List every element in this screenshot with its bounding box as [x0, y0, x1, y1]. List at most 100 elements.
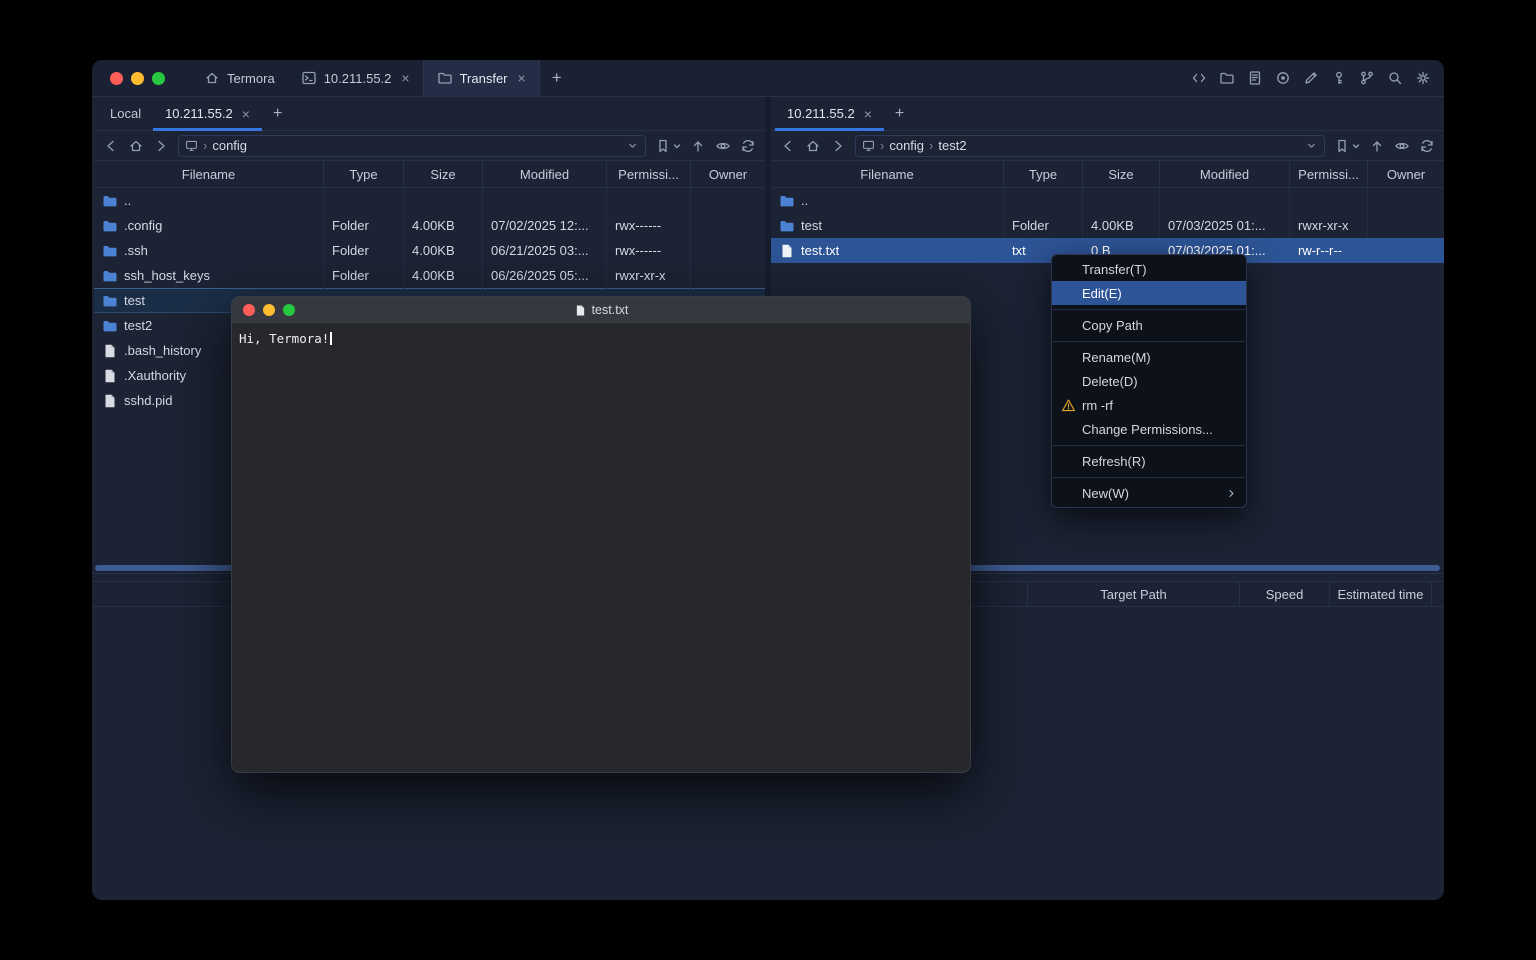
- file-row-test[interactable]: testFolder4.00KB07/03/2025 01:...rwxr-xr…: [771, 213, 1444, 238]
- bookmark-button[interactable]: [1334, 138, 1360, 154]
- column-header-filename[interactable]: Filename: [771, 161, 1004, 187]
- editor-title-text: test.txt: [592, 303, 629, 317]
- close-window-button[interactable]: [110, 72, 123, 85]
- home-icon[interactable]: [128, 138, 144, 154]
- file-cell: [691, 188, 765, 213]
- file-icon: [102, 393, 118, 409]
- search-icon[interactable]: [1387, 70, 1403, 86]
- panel-tab-local[interactable]: Local: [98, 97, 153, 130]
- close-tab-icon[interactable]: ×: [242, 107, 250, 121]
- preview-icon[interactable]: [715, 138, 731, 154]
- git-branch-icon[interactable]: [1359, 70, 1375, 86]
- file-name: .ssh: [94, 238, 324, 263]
- minimize-window-button[interactable]: [263, 304, 275, 316]
- forward-icon[interactable]: [830, 138, 846, 154]
- column-header-owner[interactable]: Owner: [1368, 161, 1444, 187]
- path-bar[interactable]: ›config: [178, 135, 646, 157]
- left-panel-toolbar: ›config: [94, 131, 765, 160]
- breadcrumb-separator: ›: [929, 138, 933, 153]
- column-header-size[interactable]: Size: [404, 161, 483, 187]
- key-icon[interactable]: [1331, 70, 1347, 86]
- column-header-modified[interactable]: Modified: [1160, 161, 1290, 187]
- forward-icon[interactable]: [153, 138, 169, 154]
- close-tab-icon[interactable]: ×: [518, 71, 526, 85]
- zoom-window-button[interactable]: [152, 72, 165, 85]
- file-icon: [574, 304, 587, 317]
- zoom-window-button[interactable]: [283, 304, 295, 316]
- file-cell: [691, 263, 765, 288]
- breadcrumb-segment-config[interactable]: config: [212, 138, 247, 153]
- column-header-type[interactable]: Type: [324, 161, 404, 187]
- bookmark-icon: [655, 138, 671, 154]
- parent-up-icon[interactable]: [690, 138, 706, 154]
- context-menu-item-change-permissions[interactable]: Change Permissions...: [1052, 417, 1246, 441]
- context-menu-item-edit-e[interactable]: Edit(E): [1052, 281, 1246, 305]
- panel-tab-host[interactable]: 10.211.55.2 ×: [775, 97, 884, 130]
- context-menu-item-refresh-r[interactable]: Refresh(R): [1052, 449, 1246, 473]
- file-row-config[interactable]: .configFolder4.00KB07/02/2025 12:...rwx-…: [94, 213, 765, 238]
- column-header-modified[interactable]: Modified: [483, 161, 607, 187]
- tab-termora[interactable]: Termora: [191, 60, 288, 96]
- main-tab-bar: Termora 10.211.55.2 × Transfer × +: [191, 60, 574, 96]
- folder-icon[interactable]: [1219, 70, 1235, 86]
- file-cell: [691, 238, 765, 263]
- file-row-parent-directory[interactable]: ..: [771, 188, 1444, 213]
- settings-icon[interactable]: [1415, 70, 1431, 86]
- path-bar[interactable]: ›config›test2: [855, 135, 1325, 157]
- file-name: ..: [94, 188, 324, 213]
- record-icon[interactable]: [1275, 70, 1291, 86]
- editor-content[interactable]: Hi, Termora!: [232, 324, 970, 354]
- chevron-down-icon[interactable]: [1305, 139, 1318, 152]
- preview-icon[interactable]: [1394, 138, 1410, 154]
- refresh-icon[interactable]: [740, 138, 756, 154]
- file-row-ssh-host-keys[interactable]: ssh_host_keysFolder4.00KB06/26/2025 05:.…: [94, 263, 765, 288]
- column-header-speed[interactable]: Speed: [1240, 582, 1330, 606]
- breadcrumb-segment-config[interactable]: config: [889, 138, 924, 153]
- back-icon[interactable]: [780, 138, 796, 154]
- close-window-button[interactable]: [243, 304, 255, 316]
- file-row-parent-directory[interactable]: ..: [94, 188, 765, 213]
- tab-host-session[interactable]: 10.211.55.2 ×: [288, 60, 423, 96]
- file-cell: rw-r--r--: [1290, 238, 1368, 263]
- home-icon[interactable]: [805, 138, 821, 154]
- back-icon[interactable]: [103, 138, 119, 154]
- close-tab-icon[interactable]: ×: [864, 107, 872, 121]
- folder-icon: [437, 70, 453, 86]
- file-row-ssh[interactable]: .sshFolder4.00KB06/21/2025 03:...rwx----…: [94, 238, 765, 263]
- context-menu-item-delete-d[interactable]: Delete(D): [1052, 369, 1246, 393]
- column-header-permissi[interactable]: Permissi...: [607, 161, 691, 187]
- checklist-icon[interactable]: [1247, 70, 1263, 86]
- column-header-estimated-time[interactable]: Estimated time: [1330, 582, 1432, 606]
- context-menu-item-transfer-t[interactable]: Transfer(T): [1052, 257, 1246, 281]
- context-menu-item-rm-rf[interactable]: rm -rf: [1052, 393, 1246, 417]
- editor-titlebar[interactable]: test.txt: [232, 297, 970, 324]
- pencil-icon[interactable]: [1303, 70, 1319, 86]
- file-cell: 07/02/2025 12:...: [483, 213, 607, 238]
- column-header-owner[interactable]: Owner: [691, 161, 765, 187]
- file-cell: [1160, 188, 1290, 213]
- chevron-down-icon[interactable]: [626, 139, 639, 152]
- window-controls: [92, 60, 177, 96]
- parent-up-icon[interactable]: [1369, 138, 1385, 154]
- tab-label: 10.211.55.2: [787, 106, 855, 121]
- text-caret: [330, 332, 332, 345]
- refresh-icon[interactable]: [1419, 138, 1435, 154]
- context-menu-item-copy-path[interactable]: Copy Path: [1052, 313, 1246, 337]
- new-tab-button[interactable]: +: [540, 60, 574, 96]
- column-header-size[interactable]: Size: [1083, 161, 1160, 187]
- column-header-filename[interactable]: Filename: [94, 161, 324, 187]
- bookmark-button[interactable]: [655, 138, 681, 154]
- panel-tab-host[interactable]: 10.211.55.2 ×: [153, 97, 262, 130]
- minimize-window-button[interactable]: [131, 72, 144, 85]
- column-header-type[interactable]: Type: [1004, 161, 1083, 187]
- panel-new-tab-button[interactable]: +: [262, 97, 293, 130]
- context-menu-item-new-w[interactable]: New(W): [1052, 481, 1246, 505]
- panel-new-tab-button[interactable]: +: [884, 97, 915, 130]
- column-header-permissi[interactable]: Permissi...: [1290, 161, 1368, 187]
- code-icon[interactable]: [1191, 70, 1207, 86]
- context-menu-item-rename-m[interactable]: Rename(M): [1052, 345, 1246, 369]
- breadcrumb-segment-test2[interactable]: test2: [938, 138, 966, 153]
- close-tab-icon[interactable]: ×: [401, 71, 409, 85]
- column-header-target-path[interactable]: Target Path: [1028, 582, 1240, 606]
- tab-transfer[interactable]: Transfer ×: [423, 60, 540, 96]
